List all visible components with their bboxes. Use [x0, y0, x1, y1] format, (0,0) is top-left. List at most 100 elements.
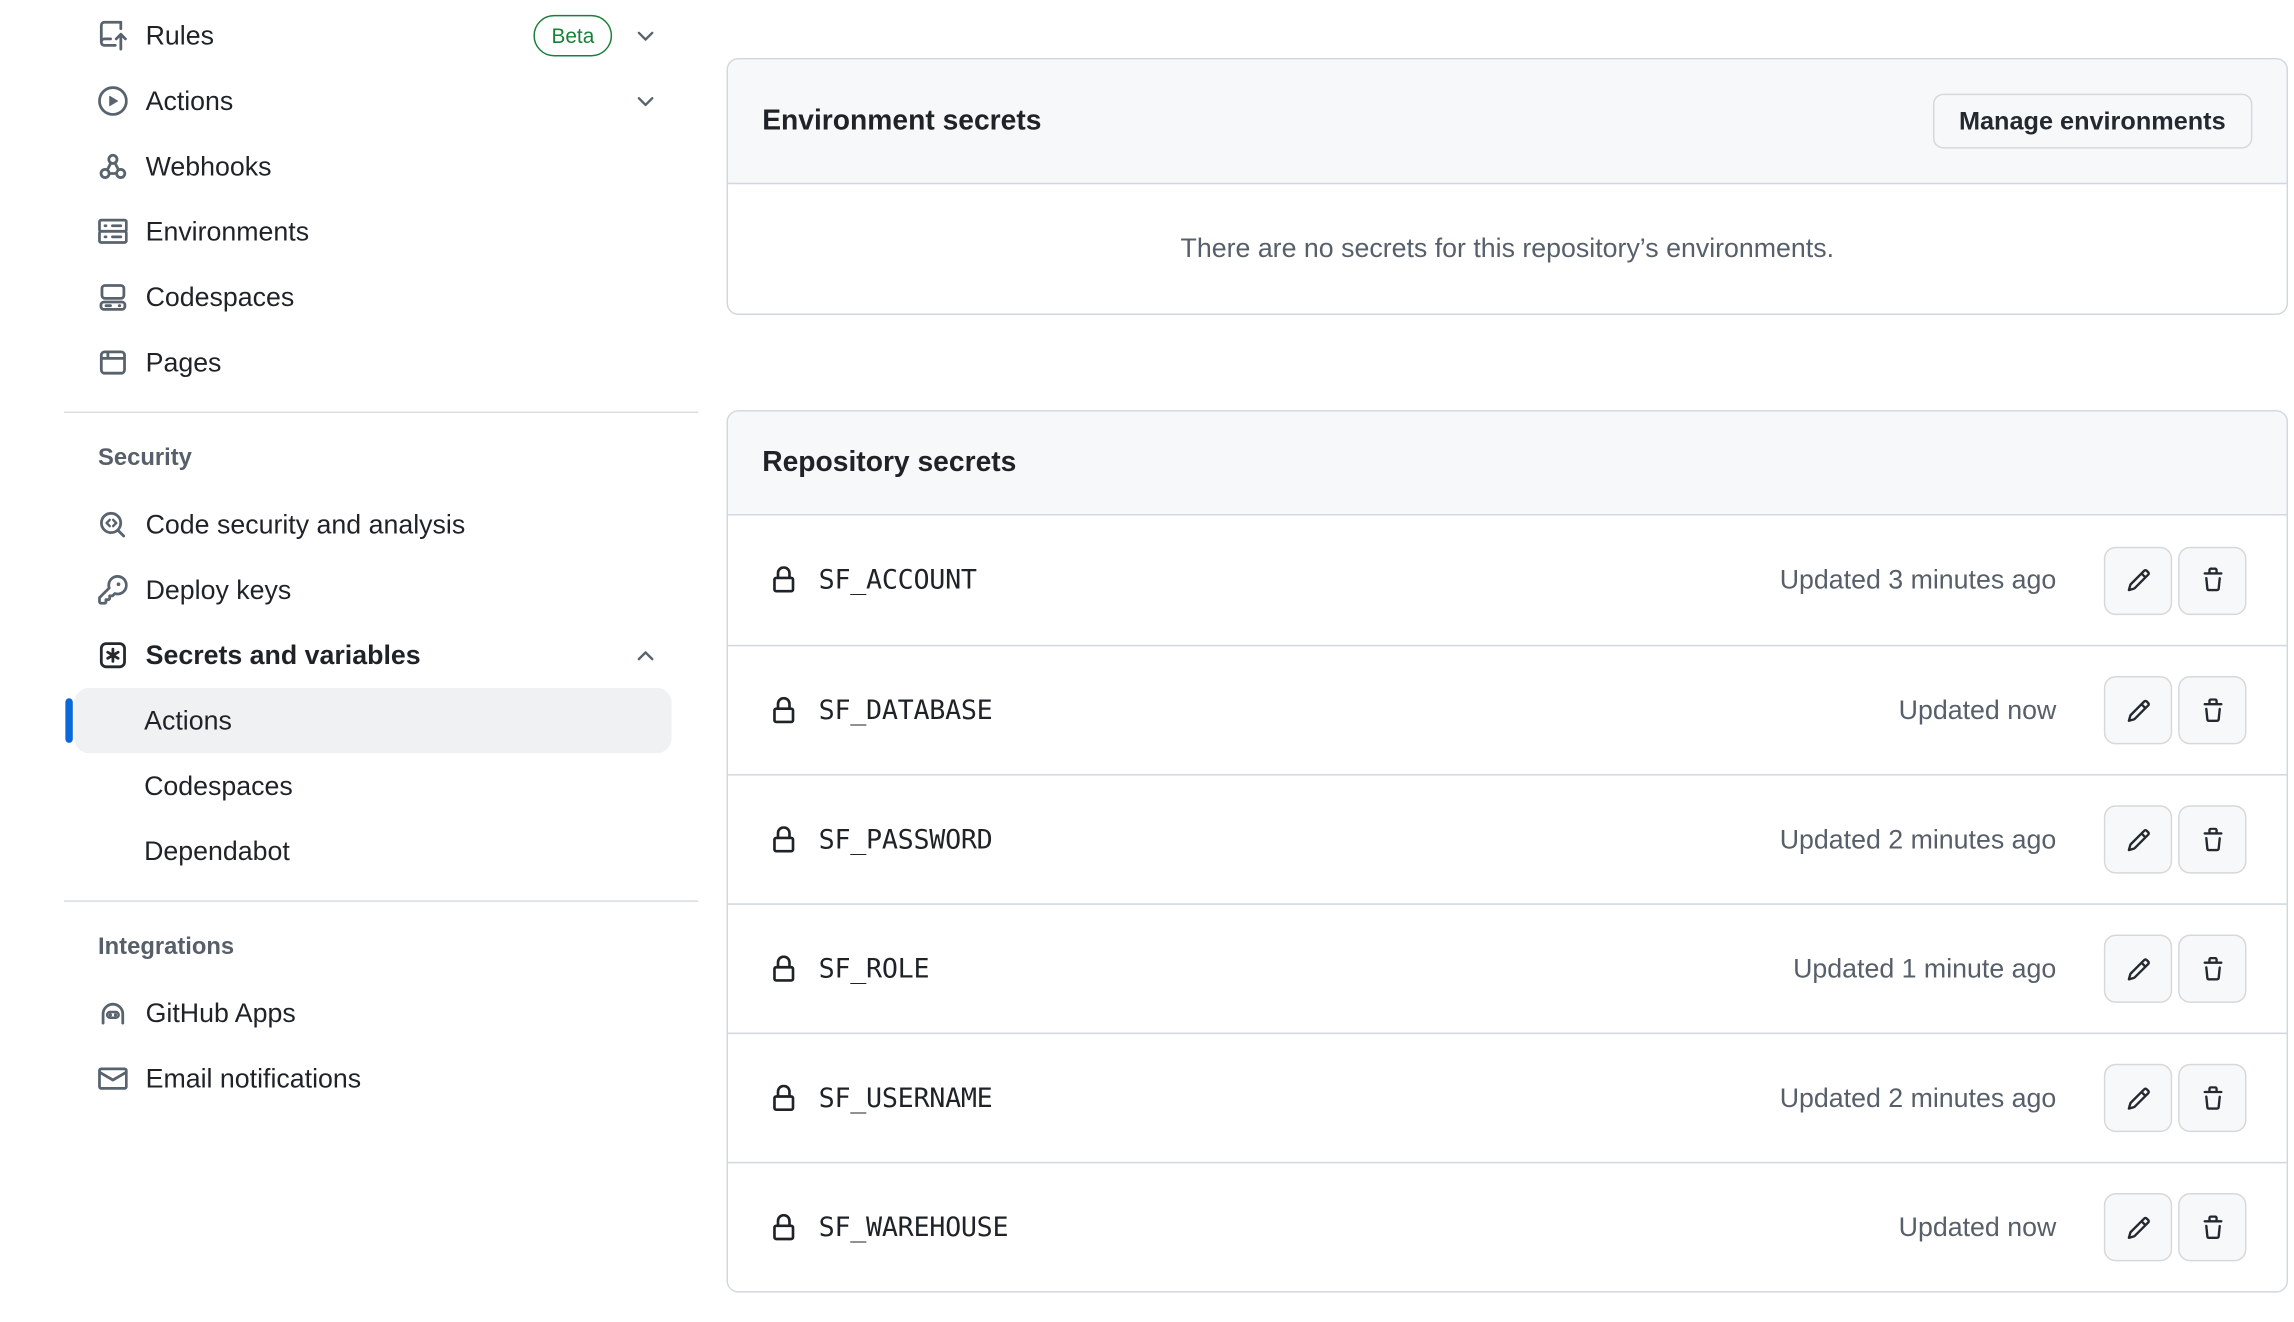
- browser-icon: [98, 348, 128, 378]
- trash-icon: [2200, 956, 2225, 981]
- environment-secrets-card: Environment secrets Manage environments …: [727, 58, 2289, 315]
- sidebar-item-label: Email notifications: [146, 1063, 362, 1094]
- play-icon: [98, 86, 128, 116]
- edit-secret-button[interactable]: [2104, 1064, 2172, 1132]
- sidebar-divider: [64, 900, 698, 901]
- repo-push-icon: [98, 21, 128, 51]
- sidebar-item-environments[interactable]: Environments: [64, 199, 698, 264]
- secret-row: SF_PASSWORD Updated 2 minutes ago: [728, 774, 2287, 903]
- sidebar-subitem-actions[interactable]: Actions: [74, 688, 671, 753]
- edit-secret-button[interactable]: [2104, 1193, 2172, 1261]
- sidebar-item-deploy-keys[interactable]: Deploy keys: [64, 557, 698, 622]
- delete-secret-button[interactable]: [2178, 546, 2246, 614]
- sidebar-subitem-label: Actions: [144, 705, 232, 736]
- main-content: Environment secrets Manage environments …: [727, 58, 2289, 1293]
- sidebar-item-webhooks[interactable]: Webhooks: [64, 134, 698, 199]
- beta-badge: Beta: [534, 15, 612, 57]
- sidebar-section-security: Security: [64, 426, 698, 491]
- manage-environments-button[interactable]: Manage environments: [1932, 94, 2252, 149]
- secret-name: SF_DATABASE: [819, 695, 993, 726]
- lock-icon: [770, 696, 798, 724]
- secret-updated: Updated 2 minutes ago: [1780, 1082, 2057, 1113]
- environment-secrets-header: Environment secrets Manage environments: [728, 59, 2287, 184]
- pencil-icon: [2125, 568, 2150, 593]
- lock-icon: [770, 1213, 798, 1241]
- chevron-down-icon[interactable]: [633, 88, 658, 113]
- secret-row: SF_ACCOUNT Updated 3 minutes ago: [728, 516, 2287, 645]
- secret-name: SF_ROLE: [819, 953, 930, 984]
- edit-secret-button[interactable]: [2104, 935, 2172, 1003]
- trash-icon: [2200, 1215, 2225, 1240]
- sidebar-item-label: Environments: [146, 216, 310, 247]
- sidebar-item-label: Webhooks: [146, 151, 272, 182]
- sidebar-subitem-label: Codespaces: [144, 770, 293, 801]
- delete-secret-button[interactable]: [2178, 676, 2246, 744]
- sidebar-section-integrations: Integrations: [64, 915, 698, 980]
- asterisk-box-icon: [98, 640, 128, 670]
- secret-updated: Updated now: [1899, 695, 2057, 726]
- repository-secrets-card: Repository secrets SF_ACCOUNT Updated 3 …: [727, 410, 2289, 1293]
- chevron-down-icon[interactable]: [633, 23, 658, 48]
- sidebar-item-github-apps[interactable]: GitHub Apps: [64, 981, 698, 1046]
- sidebar-item-label: GitHub Apps: [146, 998, 296, 1029]
- secret-updated: Updated 3 minutes ago: [1780, 565, 2057, 596]
- edit-secret-button[interactable]: [2104, 805, 2172, 873]
- secret-updated: Updated now: [1899, 1212, 2057, 1243]
- sidebar-item-label: Actions: [146, 85, 234, 116]
- trash-icon: [2200, 698, 2225, 723]
- repository-secrets-header: Repository secrets: [728, 412, 2287, 516]
- edit-secret-button[interactable]: [2104, 546, 2172, 614]
- sidebar-item-rules[interactable]: Rules Beta: [64, 3, 698, 68]
- sidebar-subitem-dependabot[interactable]: Dependabot: [74, 819, 671, 884]
- chevron-up-icon[interactable]: [633, 643, 658, 668]
- codespaces-icon: [98, 282, 128, 312]
- key-icon: [98, 575, 128, 605]
- sidebar-item-label: Codespaces: [146, 282, 295, 313]
- secret-name: SF_PASSWORD: [819, 824, 993, 855]
- secret-name: SF_ACCOUNT: [819, 565, 977, 596]
- repository-secrets-title: Repository secrets: [762, 446, 1016, 479]
- environment-secrets-title: Environment secrets: [762, 105, 1041, 138]
- lock-icon: [770, 825, 798, 853]
- lock-icon: [770, 955, 798, 983]
- sidebar-item-codespaces[interactable]: Codespaces: [64, 264, 698, 329]
- sidebar-item-label: Rules: [146, 20, 214, 51]
- sidebar-item-code-security[interactable]: Code security and analysis: [64, 492, 698, 557]
- sidebar-item-label: Deploy keys: [146, 574, 292, 605]
- delete-secret-button[interactable]: [2178, 1064, 2246, 1132]
- mail-icon: [98, 1064, 128, 1094]
- sidebar-item-email-notifications[interactable]: Email notifications: [64, 1046, 698, 1111]
- lock-icon: [770, 566, 798, 594]
- sidebar-divider: [64, 412, 698, 413]
- sidebar-item-secrets-and-variables[interactable]: Secrets and variables: [64, 623, 698, 688]
- pencil-icon: [2125, 1215, 2150, 1240]
- trash-icon: [2200, 827, 2225, 852]
- secret-updated: Updated 1 minute ago: [1793, 953, 2056, 984]
- settings-page: Rules Beta Actions Webhooks: [0, 0, 2294, 1322]
- secret-row: SF_USERNAME Updated 2 minutes ago: [728, 1033, 2287, 1162]
- delete-secret-button[interactable]: [2178, 935, 2246, 1003]
- codescan-icon: [98, 510, 128, 540]
- sidebar-subitem-codespaces[interactable]: Codespaces: [74, 753, 671, 818]
- delete-secret-button[interactable]: [2178, 805, 2246, 873]
- pencil-icon: [2125, 827, 2150, 852]
- webhook-icon: [98, 152, 128, 182]
- sidebar-item-actions[interactable]: Actions: [64, 68, 698, 133]
- sidebar-item-label: Secrets and variables: [146, 640, 421, 671]
- secret-row: SF_DATABASE Updated now: [728, 645, 2287, 774]
- secret-name: SF_WAREHOUSE: [819, 1212, 1009, 1243]
- secret-updated: Updated 2 minutes ago: [1780, 824, 2057, 855]
- pencil-icon: [2125, 698, 2150, 723]
- pencil-icon: [2125, 1085, 2150, 1110]
- secret-row: SF_WAREHOUSE Updated now: [728, 1162, 2287, 1291]
- edit-secret-button[interactable]: [2104, 676, 2172, 744]
- settings-sidebar: Rules Beta Actions Webhooks: [64, 3, 698, 1111]
- hubot-icon: [98, 998, 128, 1028]
- pencil-icon: [2125, 956, 2150, 981]
- delete-secret-button[interactable]: [2178, 1193, 2246, 1261]
- secret-list: SF_ACCOUNT Updated 3 minutes ago SF_DATA…: [728, 516, 2287, 1292]
- sidebar-item-pages[interactable]: Pages: [64, 330, 698, 395]
- secret-name: SF_USERNAME: [819, 1082, 993, 1113]
- server-icon: [98, 217, 128, 247]
- sidebar-item-label: Code security and analysis: [146, 509, 466, 540]
